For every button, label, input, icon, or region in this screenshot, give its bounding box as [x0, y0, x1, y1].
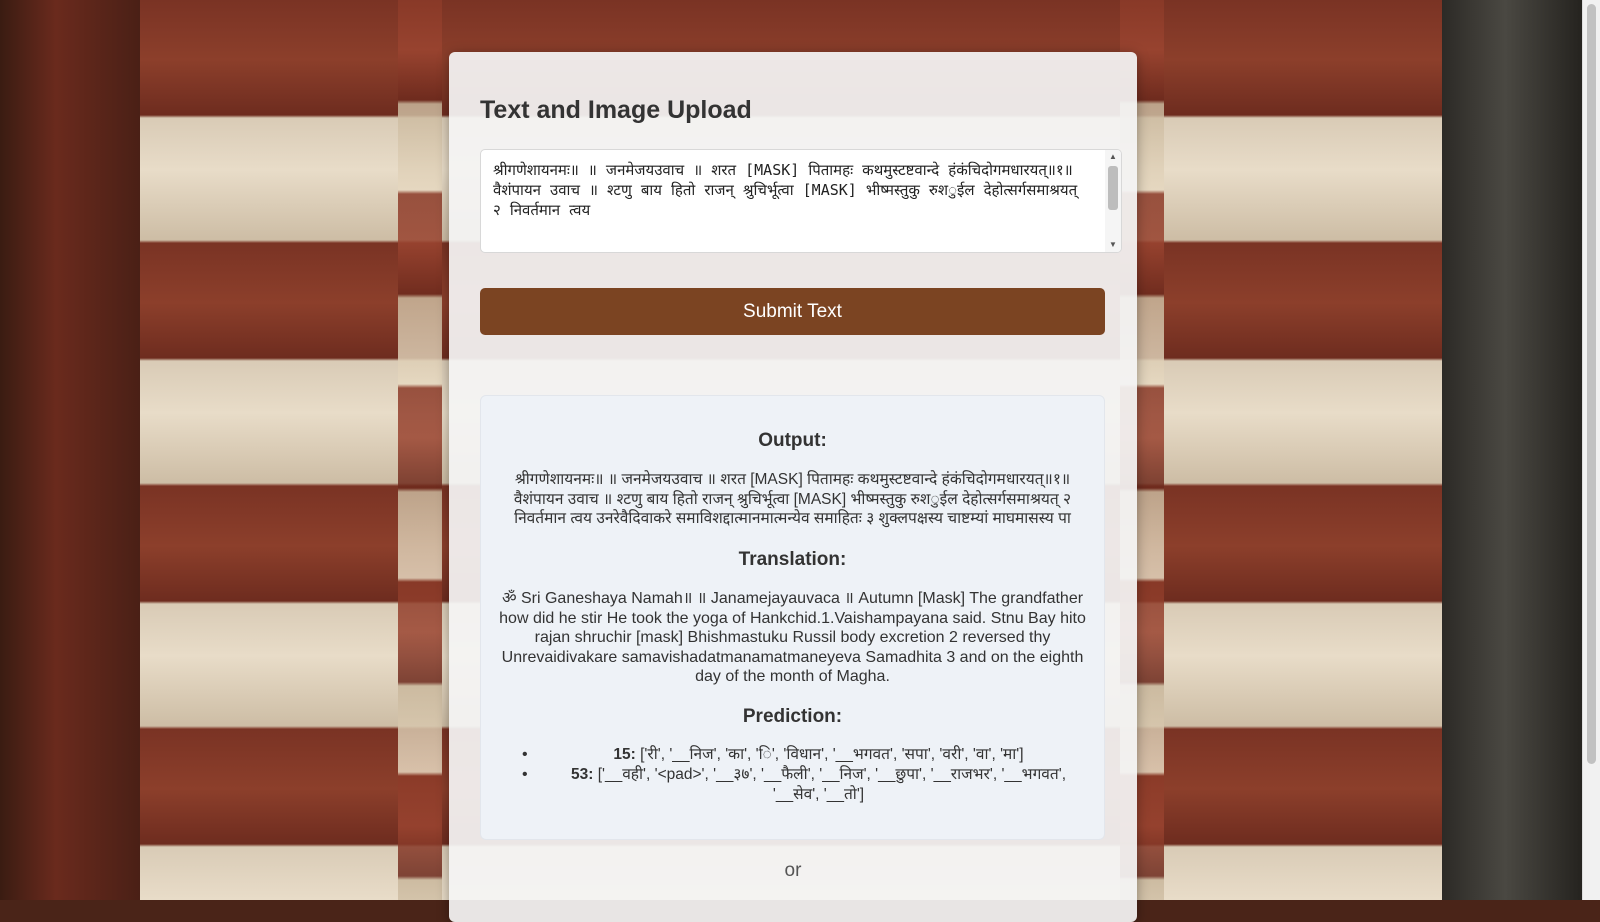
prediction-value: ['__वही', '<pad>', '__३७', '__फैली', '__… [597, 766, 1067, 803]
translation-text: ॐ Sri Ganeshaya Namah॥ ॥ Janamejayauvaca… [499, 590, 1086, 685]
prediction-key: 53: [570, 766, 594, 783]
text-input-container: ▲ ▼ [480, 149, 1122, 253]
scroll-up-arrow-icon[interactable]: ▲ [1105, 150, 1121, 164]
page-scrollbar[interactable] [1582, 0, 1600, 900]
translation-heading: Translation: [738, 549, 847, 570]
prediction-heading: Prediction: [742, 706, 843, 727]
book-spine-left [0, 0, 140, 900]
scroll-down-arrow-icon[interactable]: ▼ [1105, 238, 1121, 252]
output-text: श्रीगणेशायनमः॥ ॥ जनमेजयउवाच ॥ शरत [MASK]… [513, 471, 1072, 527]
prediction-item: 15: ['री', '__निज', 'का', '◌ि', 'विधान',… [497, 745, 1088, 765]
text-input-scrollbar-thumb[interactable] [1108, 166, 1118, 210]
prediction-item: 53: ['__वही', '<pad>', '__३७', '__फैली',… [497, 765, 1088, 805]
submit-text-button[interactable]: Submit Text [480, 288, 1105, 335]
book-stack [398, 0, 442, 900]
book-spine-right [1442, 0, 1582, 900]
text-input[interactable] [481, 150, 1105, 252]
or-separator: or [784, 860, 802, 881]
upload-card: Text and Image Upload ▲ ▼ Submit Text Ou… [449, 52, 1137, 922]
page-title: Text and Image Upload [480, 96, 752, 124]
result-panel: Output: श्रीगणेशायनमः॥ ॥ जनमेजयउवाच ॥ शर… [480, 395, 1105, 840]
prediction-value: ['री', '__निज', 'का', '◌ि', 'विधान', '__… [640, 746, 1024, 763]
prediction-list: 15: ['री', '__निज', 'का', '◌ि', 'विधान',… [497, 745, 1088, 805]
prediction-key: 15: [613, 746, 636, 763]
page-scrollbar-thumb[interactable] [1587, 4, 1596, 764]
text-input-scrollbar[interactable]: ▲ ▼ [1105, 150, 1121, 252]
output-heading: Output: [758, 430, 827, 451]
